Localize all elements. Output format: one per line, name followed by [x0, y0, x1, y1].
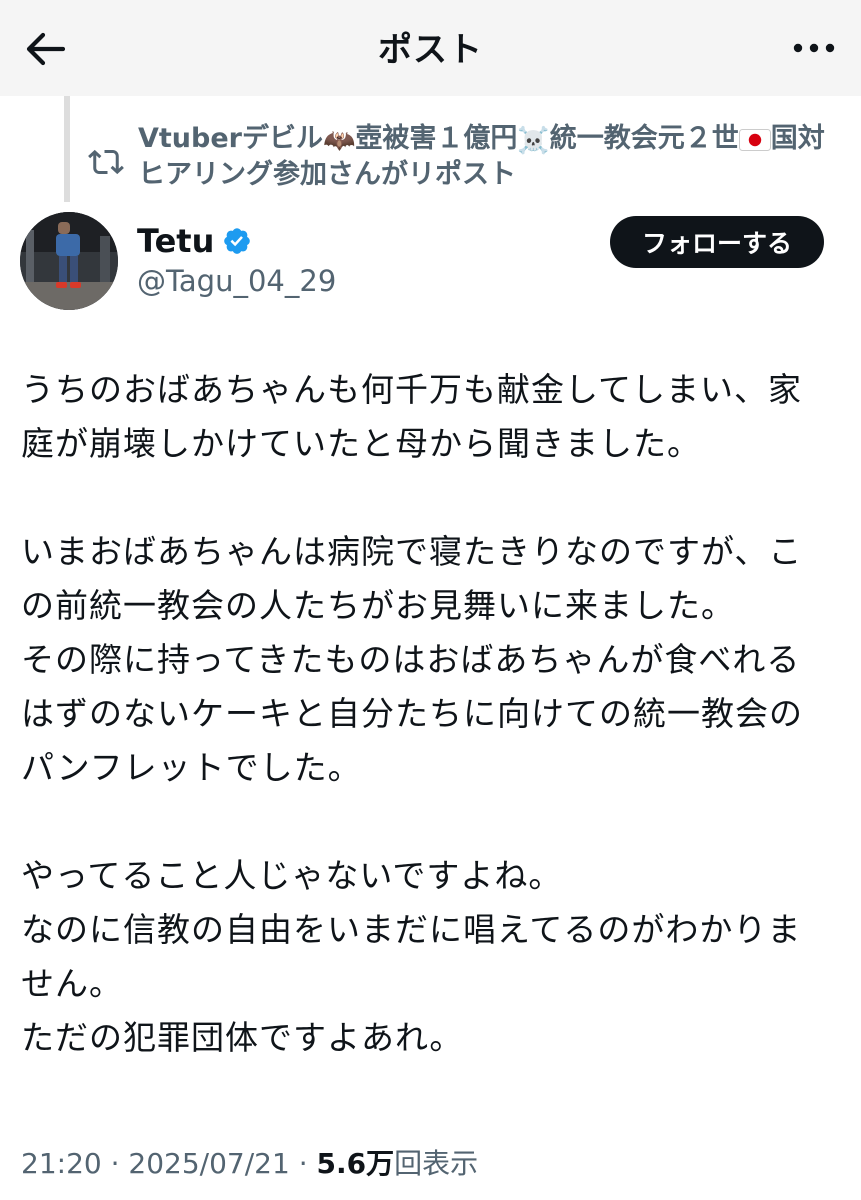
post-line: なのに信教の自由をいまだに唱えてるのがわかりま — [21, 910, 802, 949]
post-line: の前統一教会の人たちがお見舞いに来ました。 — [21, 586, 735, 625]
post-line: いまおばあちゃんは病院で寝たきりなのですが、こ — [21, 532, 803, 571]
author-name-row[interactable]: Tetu — [137, 222, 252, 260]
avatar-photo — [20, 212, 118, 310]
author-display-name[interactable]: Tetu — [137, 222, 214, 260]
verified-badge-icon — [224, 228, 251, 254]
post-line: やってること人じゃないですよね。 — [21, 856, 563, 895]
repost-icon — [88, 149, 124, 175]
meta-separator: · — [110, 1147, 120, 1180]
repost-context[interactable]: Vtuberデビル🦇壺被害１億円☠️統一教会元２世 国対ヒアリング参加さんがリポス… — [88, 122, 848, 192]
thread-connector-line — [64, 96, 70, 202]
japan-flag-emoji-icon — [738, 124, 771, 158]
follow-button[interactable]: フォローする — [610, 216, 824, 268]
more-options-button[interactable] — [791, 28, 837, 68]
view-count: 5.6万 — [316, 1147, 395, 1180]
reposter-name-part-1: Vtuberデビル — [138, 123, 323, 154]
skull-crossbones-emoji-icon: ☠️ — [517, 126, 550, 156]
post-text: うちのおばあちゃんも何千万も献金してしまい、家 庭が崩壊しかけていたと母から聞き… — [21, 363, 841, 1065]
more-options-icon — [793, 43, 835, 53]
post-line: ただの犯罪団体ですよあれ。 — [21, 1018, 464, 1057]
reposter-name-part-2: 壺被害１億円 — [355, 123, 518, 154]
post-line: その際に持ってきたものはおばあちゃんが食べれる — [21, 640, 801, 679]
post-date[interactable]: 2025/07/21 — [128, 1147, 289, 1180]
author-handle[interactable]: @Tagu_04_29 — [137, 264, 336, 298]
reposter-name-part-3: 統一教会元２世 — [549, 123, 739, 154]
page-title: ポスト — [378, 30, 483, 70]
post-line: はずのないケーキと自分たちに向けての統一教会の — [21, 694, 803, 733]
post-line: パンフレットでした。 — [21, 748, 362, 787]
meta-separator: · — [298, 1147, 308, 1180]
post-line: 庭が崩壊しかけていたと母から聞きました。 — [21, 424, 701, 463]
post-line: うちのおばあちゃんも何千万も献金してしまい、家 — [21, 370, 803, 409]
post-line: せん。 — [21, 964, 123, 1003]
bat-emoji-icon: 🦇 — [322, 126, 356, 156]
view-count-label: 回表示 — [394, 1147, 479, 1180]
post-time[interactable]: 21:20 — [21, 1147, 102, 1180]
repost-label: Vtuberデビル🦇壺被害１億円☠️統一教会元２世 国対ヒアリング参加さんがリポス… — [138, 122, 848, 192]
author-avatar[interactable] — [20, 212, 118, 310]
post-metadata: 21:20 · 2025/07/21 · 5.6万回表示 — [21, 1142, 478, 1182]
top-navigation-bar: ポスト — [0, 0, 861, 96]
